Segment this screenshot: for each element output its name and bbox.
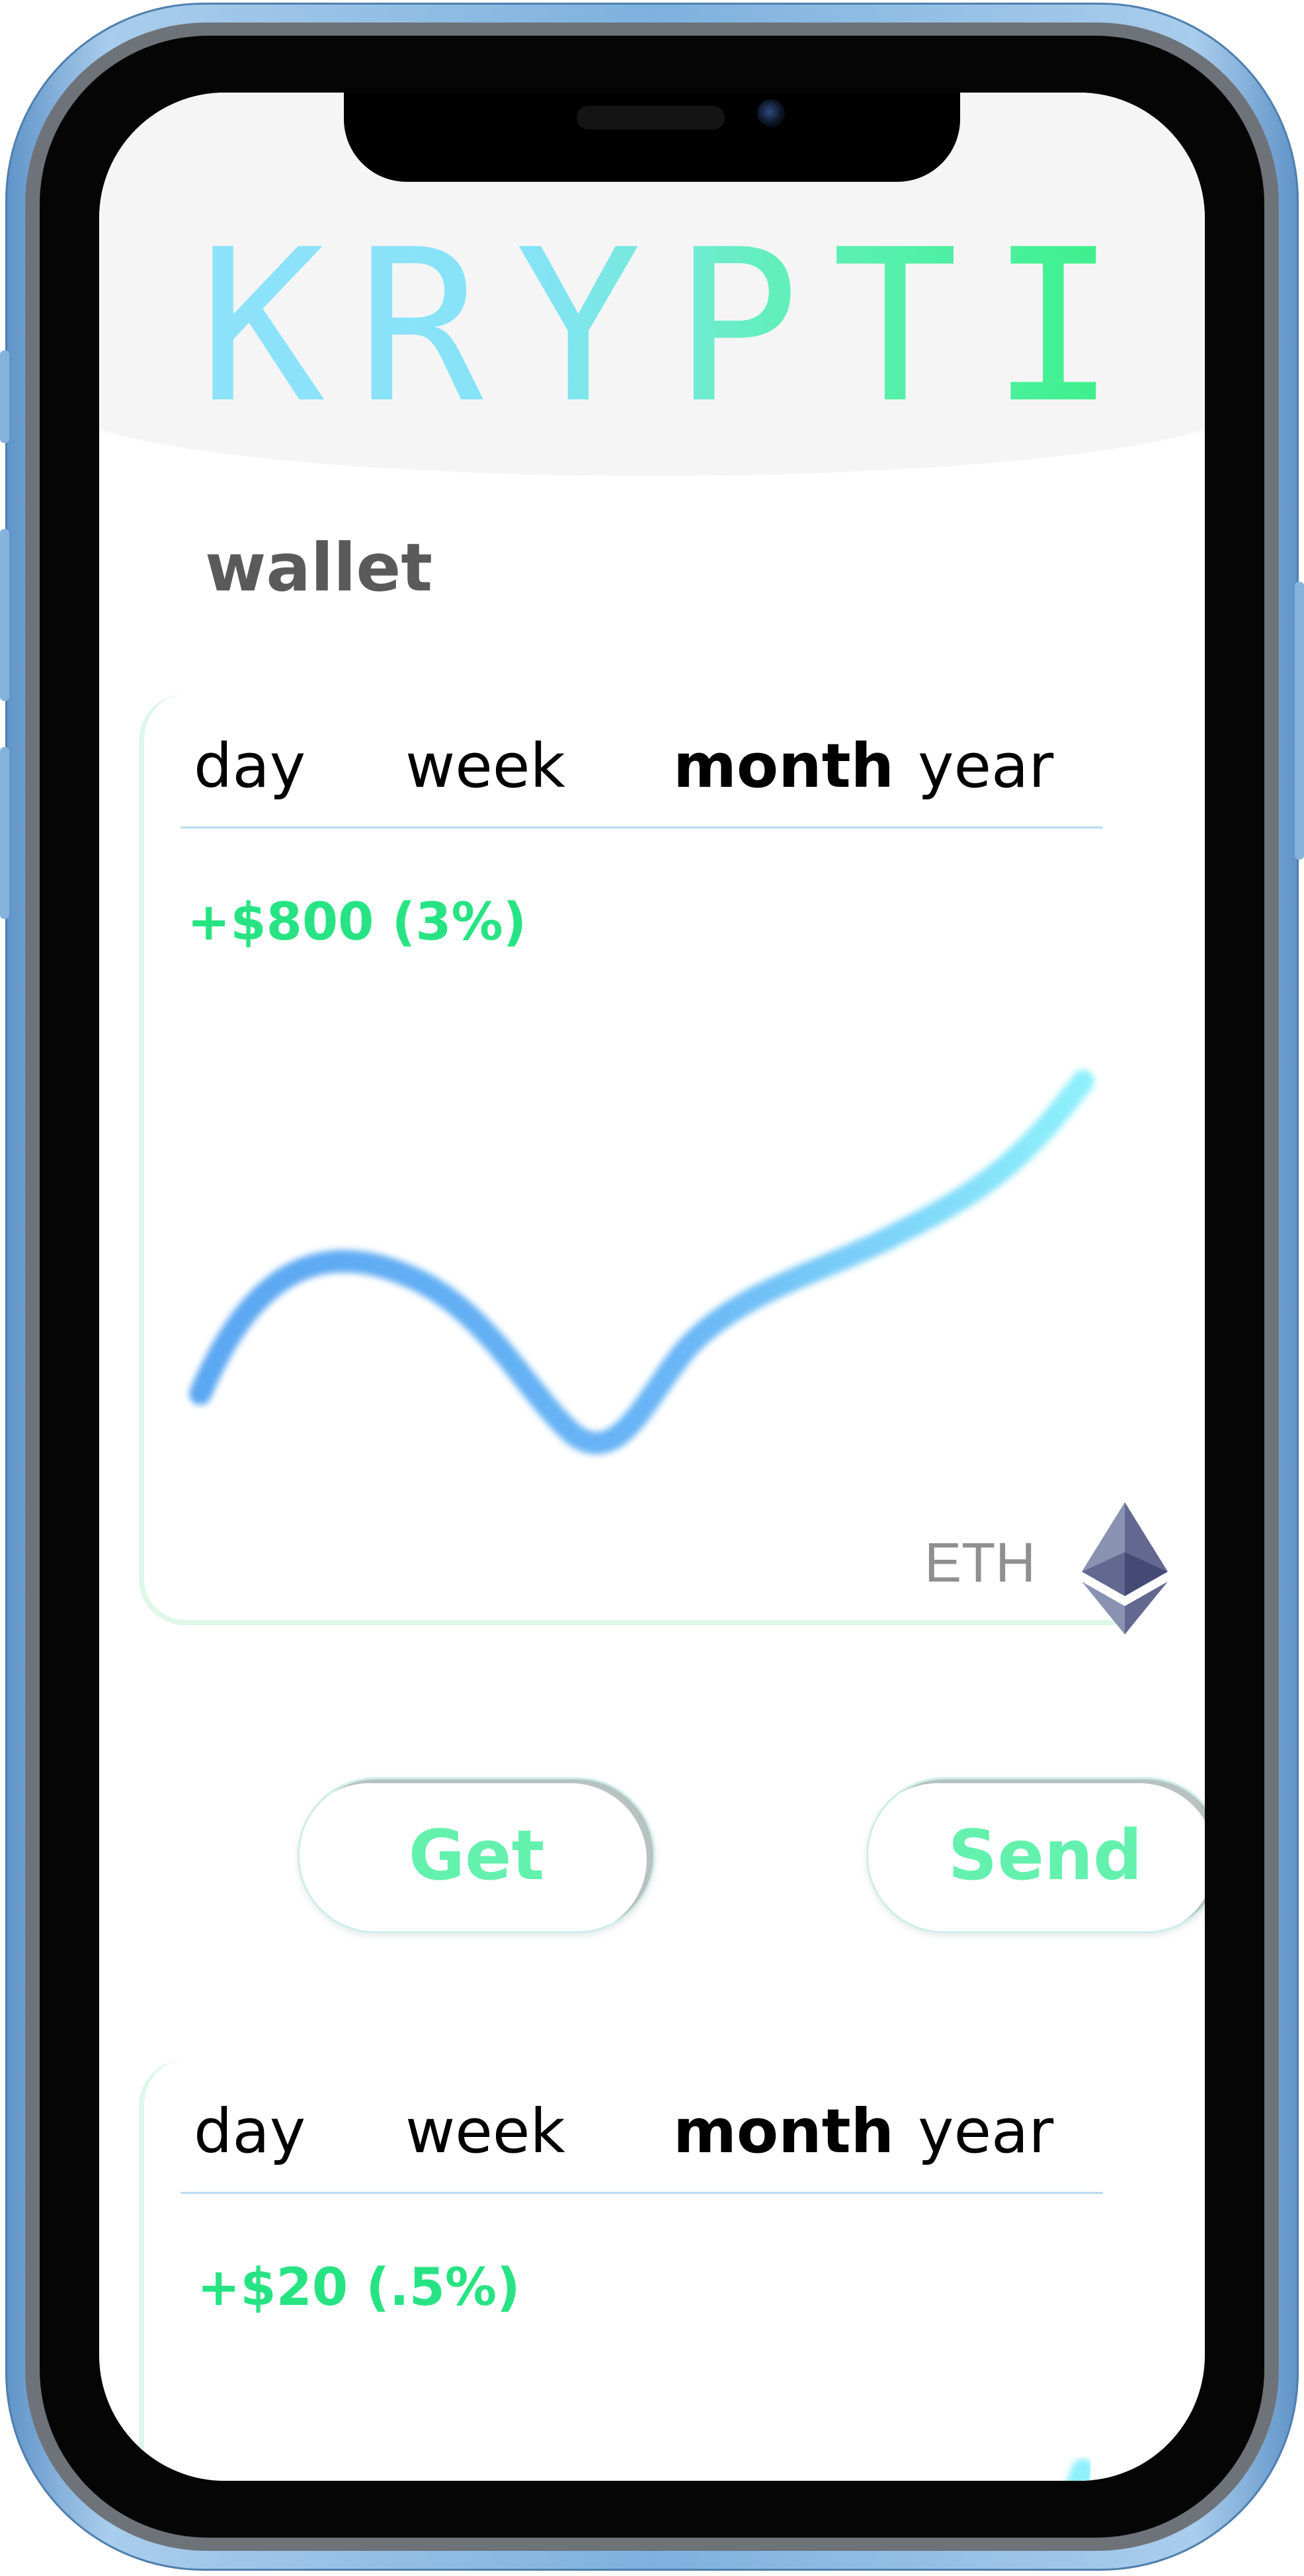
side-button-volume-up bbox=[0, 529, 9, 701]
side-button-power bbox=[1295, 582, 1304, 860]
price-chart bbox=[189, 1070, 1094, 1455]
side-button-mute bbox=[0, 350, 9, 443]
price-chart bbox=[1067, 2458, 1094, 2481]
section-title: wallet bbox=[205, 529, 433, 606]
speaker-grille bbox=[577, 106, 725, 130]
notch bbox=[344, 93, 960, 182]
price-line bbox=[189, 1070, 1094, 1455]
wallet-chart-card: day week month year +$800 (3%) ETH bbox=[139, 694, 1168, 1634]
send-button[interactable]: Send bbox=[866, 1777, 1205, 1933]
phone-screen: KRYPTIK wallet day week month year +$800… bbox=[99, 93, 1205, 2481]
second-chart-card: day week month year +$20 (.5%) bbox=[139, 2060, 1156, 2481]
ethereum-icon bbox=[1082, 1502, 1168, 1634]
side-button-volume-down bbox=[0, 747, 9, 919]
price-line bbox=[1067, 2458, 1094, 2481]
app-logo: KRYPTIK bbox=[198, 204, 1205, 449]
asset-label: ETH bbox=[924, 1531, 1036, 1593]
front-camera bbox=[757, 99, 785, 127]
get-button[interactable]: Get bbox=[298, 1777, 655, 1933]
